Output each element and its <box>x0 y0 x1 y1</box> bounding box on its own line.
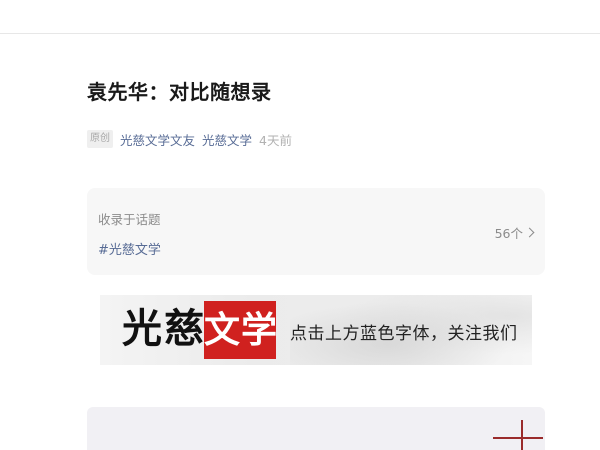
article-meta: 原创 光慈文学文友 光慈文学 4天前 <box>87 129 292 149</box>
original-tag: 原创 <box>87 130 113 148</box>
publish-time: 4天前 <box>259 132 292 148</box>
topic-count-text: 56个 <box>494 226 523 241</box>
account-link[interactable]: 光慈文学 <box>202 130 252 149</box>
topic-count[interactable]: 56个 <box>494 223 535 242</box>
banner-brand-red-box: 文学 <box>204 301 279 359</box>
follow-banner: 光慈 文学 点击上方蓝色字体，关注我们 <box>100 295 532 365</box>
article-title: 袁先华：对比随想录 <box>87 80 272 104</box>
topic-label: 收录于话题 <box>98 212 161 227</box>
chevron-right-icon <box>524 227 535 238</box>
top-bar <box>0 0 600 34</box>
author-link[interactable]: 光慈文学文友 <box>120 130 195 149</box>
next-content-card <box>87 407 545 450</box>
topic-hashtag[interactable]: #光慈文学 <box>98 239 161 258</box>
banner-brand-black: 光慈 <box>122 305 206 352</box>
topic-card[interactable]: 收录于话题 #光慈文学 56个 <box>87 188 545 275</box>
decorative-cross-horizontal <box>493 437 543 439</box>
decorative-cross-vertical <box>521 420 523 450</box>
banner-slogan: 点击上方蓝色字体，关注我们 <box>290 324 518 344</box>
banner-brand-red: 文学 <box>204 309 279 351</box>
